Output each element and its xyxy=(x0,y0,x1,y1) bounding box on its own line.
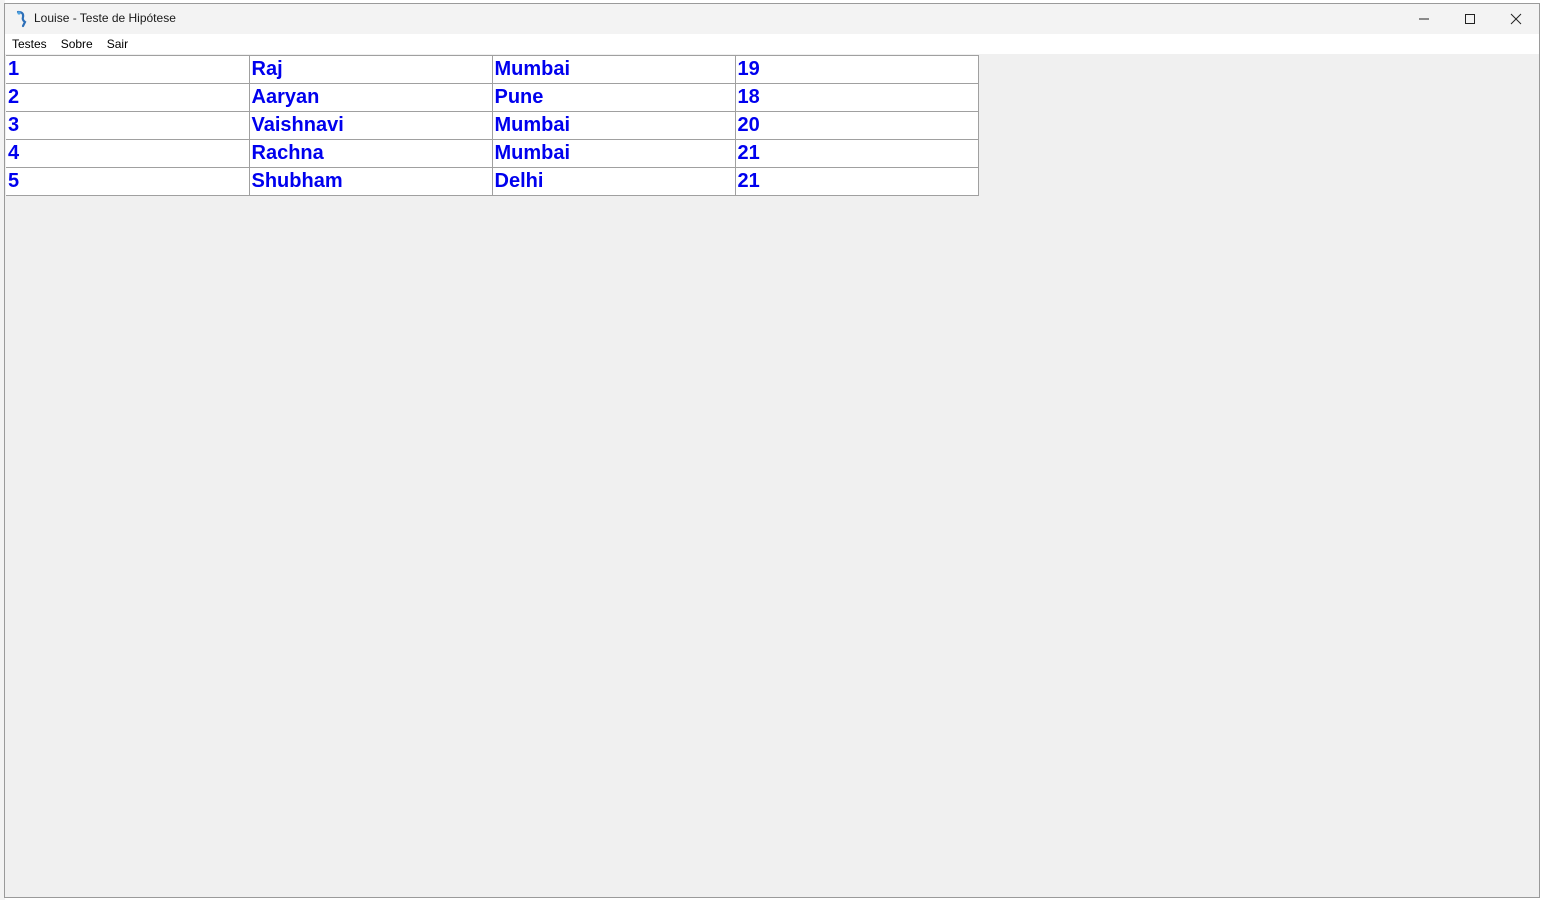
table-cell[interactable]: Mumbai xyxy=(491,139,735,168)
menu-sair[interactable]: Sair xyxy=(100,34,135,54)
minimize-icon xyxy=(1419,18,1429,20)
table-cell[interactable]: 21 xyxy=(734,167,979,196)
title-bar[interactable]: Louise - Teste de Hipótese xyxy=(5,4,1539,34)
table-cell[interactable]: 20 xyxy=(734,111,979,140)
table-cell[interactable]: Pune xyxy=(491,83,735,112)
menu-testes[interactable]: Testes xyxy=(5,34,54,54)
minimize-button[interactable] xyxy=(1401,4,1447,34)
table-cell[interactable]: Vaishnavi xyxy=(248,111,492,140)
table-cell[interactable]: 5 xyxy=(6,167,249,196)
window-title: Louise - Teste de Hipótese xyxy=(34,11,176,25)
table-row[interactable]: 2 Aaryan Pune 18 xyxy=(6,83,979,112)
table-cell[interactable]: Mumbai xyxy=(491,55,735,84)
table-cell[interactable]: 21 xyxy=(734,139,979,168)
table-cell[interactable]: 18 xyxy=(734,83,979,112)
table-cell[interactable]: 4 xyxy=(6,139,249,168)
table-row[interactable]: 3 Vaishnavi Mumbai 20 xyxy=(6,111,979,140)
maximize-button[interactable] xyxy=(1447,4,1493,34)
table-cell[interactable]: 1 xyxy=(6,55,249,84)
app-logo-icon xyxy=(16,10,27,28)
menu-bar: Testes Sobre Sair xyxy=(5,34,1539,54)
close-button[interactable] xyxy=(1493,4,1539,34)
table-cell[interactable]: Aaryan xyxy=(248,83,492,112)
table-cell[interactable]: 2 xyxy=(6,83,249,112)
table-cell[interactable]: Rachna xyxy=(248,139,492,168)
maximize-icon xyxy=(1465,14,1475,24)
table-cell[interactable]: Raj xyxy=(248,55,492,84)
app-window: Louise - Teste de Hipótese Testes Sobre … xyxy=(4,3,1540,898)
close-icon xyxy=(1510,13,1522,25)
table-cell[interactable]: 3 xyxy=(6,111,249,140)
table-row[interactable]: 4 Rachna Mumbai 21 xyxy=(6,139,979,168)
table-row[interactable]: 5 Shubham Delhi 21 xyxy=(6,167,979,196)
window-controls xyxy=(1401,4,1539,34)
table-cell[interactable]: Delhi xyxy=(491,167,735,196)
data-grid: 1 Raj Mumbai 19 2 Aaryan Pune 18 3 Vaish… xyxy=(6,55,979,196)
table-row[interactable]: 1 Raj Mumbai 19 xyxy=(6,55,979,84)
table-cell[interactable]: 19 xyxy=(734,55,979,84)
table-cell[interactable]: Shubham xyxy=(248,167,492,196)
table-cell[interactable]: Mumbai xyxy=(491,111,735,140)
menu-sobre[interactable]: Sobre xyxy=(54,34,100,54)
